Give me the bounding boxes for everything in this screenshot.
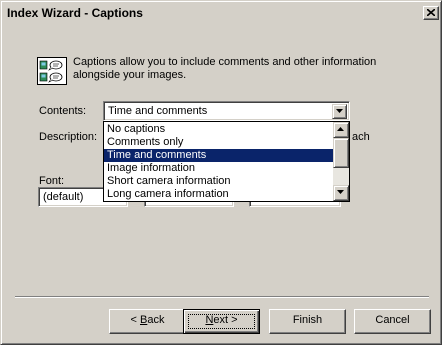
intro-line-2: alongside your images. [73,69,187,81]
dropdown-option[interactable]: Long camera information [104,188,334,201]
dropdown-option[interactable]: No captions [104,123,334,136]
dropdown-option[interactable]: Short camera information [104,175,334,188]
cancel-button-label: Cancel [375,314,410,326]
captions-icon [37,57,67,85]
scroll-thumb[interactable] [333,138,349,168]
intro-line-1: Captions allow you to include comments a… [73,56,377,68]
contents-combobox[interactable]: Time and comments [103,101,350,121]
close-icon [427,9,435,16]
dropdown-option[interactable]: Image information [104,162,334,175]
index-wizard-window: Index Wizard - Captions Captions allow y… [0,0,442,345]
back-prefix: < [130,314,140,326]
dropdown-scrollbar[interactable] [333,122,349,201]
font-label: Font: [39,175,65,187]
intro-text: Captions allow you to include comments a… [73,56,403,82]
finish-button-label: Finish [292,314,323,326]
scroll-up-button[interactable] [333,122,349,138]
window-title: Index Wizard - Captions [7,6,143,20]
back-rest: ack [147,314,165,326]
cancel-button[interactable]: Cancel [354,309,431,334]
chevron-down-icon [336,109,343,113]
button-separator [15,296,429,298]
contents-label: Contents: [39,105,87,117]
chevron-up-icon [337,127,344,131]
chevron-down-icon [337,190,344,194]
dropdown-option[interactable]: Time and comments [104,149,334,162]
back-button[interactable]: < Back [109,309,186,334]
finish-button[interactable]: Finish [269,309,346,334]
back-button-label: < Back [131,314,165,326]
dropdown-option[interactable]: Comments only [104,136,334,149]
contents-value: Time and comments [108,105,208,117]
contents-dropdown-list[interactable]: No captions Comments only Time and comment… [103,121,350,202]
font-family-value: (default) [43,191,84,203]
scroll-down-button[interactable] [333,185,349,201]
next-rest: ext > [213,314,238,326]
contents-dropdown-button[interactable] [332,104,347,119]
next-button-label: Next > [205,314,237,326]
next-button[interactable]: Next > [183,309,260,334]
description-trailing-text: ach [352,131,370,143]
description-label: Description: [39,131,98,143]
close-button[interactable] [423,6,439,20]
dropdown-options: No captions Comments only Time and comment… [104,123,334,201]
title-bar[interactable]: Index Wizard - Captions [4,4,440,22]
